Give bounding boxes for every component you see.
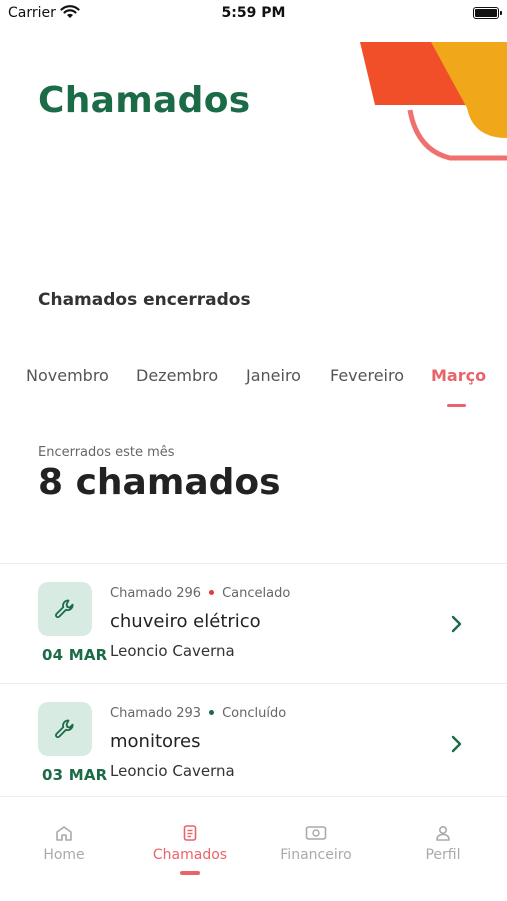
ticket-number: Chamado 293 xyxy=(110,706,202,721)
active-nav-indicator xyxy=(180,871,200,875)
ticket-number: Chamado 296 xyxy=(110,586,202,601)
nav-home-label: Home xyxy=(43,847,85,863)
ticket-person: Leoncio Caverna xyxy=(110,762,235,780)
nav-perfil[interactable]: Perfil xyxy=(380,797,506,901)
nav-home[interactable]: Home xyxy=(1,797,127,901)
wrench-icon xyxy=(55,599,74,618)
ticket-meta: Chamado 296 Cancelado xyxy=(110,586,290,601)
summary-count: 8 chamados xyxy=(38,462,281,503)
money-icon xyxy=(253,825,379,843)
tab-marco[interactable]: Março xyxy=(431,366,486,385)
status-dot xyxy=(209,590,215,595)
chevron-right-icon[interactable] xyxy=(448,734,464,758)
month-tabs: Novembro Dezembro Janeiro Fevereiro Març… xyxy=(0,366,507,416)
summary-label: Encerrados este mês xyxy=(38,445,175,460)
section-title: Chamados encerrados xyxy=(38,290,251,310)
page-title: Chamados xyxy=(38,80,251,121)
nav-financeiro-label: Financeiro xyxy=(280,847,352,863)
clock-time: 5:59 PM xyxy=(221,5,286,21)
ticket-icon-box xyxy=(38,582,92,636)
chevron-right-icon[interactable] xyxy=(448,614,464,638)
ticket-status: Concluído xyxy=(222,706,287,721)
tab-fevereiro[interactable]: Fevereiro xyxy=(330,366,404,385)
decorative-shapes xyxy=(355,40,507,169)
ticket-date: 03 MAR xyxy=(42,766,108,784)
ticket-meta: Chamado 293 Concluído xyxy=(110,706,286,721)
nav-financeiro[interactable]: Financeiro xyxy=(253,797,379,901)
status-bar: Carrier 5:59 PM xyxy=(0,0,507,28)
nav-perfil-label: Perfil xyxy=(425,847,461,863)
tab-novembro[interactable]: Novembro xyxy=(26,366,109,385)
wrench-icon xyxy=(55,719,74,738)
active-tab-indicator xyxy=(447,404,466,407)
ticket-name: chuveiro elétrico xyxy=(110,611,261,632)
ticket-row[interactable]: 04 MAR Chamado 296 Cancelado chuveiro elé… xyxy=(0,564,507,682)
ticket-name: monitores xyxy=(110,731,201,752)
document-icon xyxy=(127,825,253,843)
nav-chamados[interactable]: Chamados xyxy=(127,797,253,901)
status-dot xyxy=(209,710,215,715)
ticket-status: Cancelado xyxy=(222,586,291,601)
nav-chamados-label: Chamados xyxy=(152,847,228,863)
ticket-row[interactable]: 03 MAR Chamado 293 Concluído monitores Le… xyxy=(0,684,507,802)
tab-janeiro[interactable]: Janeiro xyxy=(246,366,301,385)
battery-icon xyxy=(473,7,502,19)
ticket-date: 04 MAR xyxy=(42,646,108,664)
bottom-nav: Home Chamados Financeiro Perfil xyxy=(0,796,507,901)
tab-dezembro[interactable]: Dezembro xyxy=(136,366,218,385)
user-icon xyxy=(380,825,506,843)
ticket-person: Leoncio Caverna xyxy=(110,642,235,660)
ticket-icon-box xyxy=(38,702,92,756)
home-icon xyxy=(1,825,127,843)
